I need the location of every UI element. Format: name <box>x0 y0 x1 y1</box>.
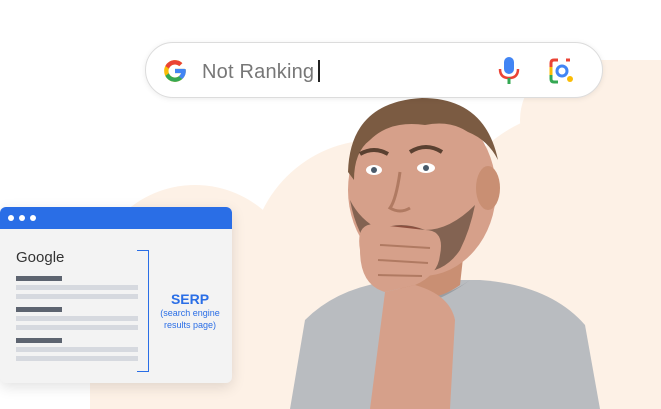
microphone-icon[interactable] <box>498 56 520 86</box>
serp-subtitle-line: (search engine <box>160 308 220 318</box>
window-dot <box>19 215 25 221</box>
result-title-line <box>16 307 62 312</box>
browser-window: Google SERP (search engine results page) <box>0 207 232 383</box>
serp-title: SERP <box>170 291 210 307</box>
search-query[interactable]: Not Ranking <box>202 60 321 84</box>
text-caret <box>318 60 321 82</box>
result-text-line <box>16 356 138 361</box>
window-dot <box>8 215 14 221</box>
result-text-line <box>16 285 138 290</box>
result-text-line <box>16 325 138 330</box>
google-logo-icon <box>164 60 186 82</box>
result-text-line <box>16 347 138 352</box>
serp-label: SERP (search engine results page) <box>152 291 228 331</box>
serp-bracket <box>137 250 149 372</box>
browser-page-title: Google <box>16 249 65 266</box>
search-bar[interactable]: Not Ranking <box>145 42 603 98</box>
result-text-line <box>16 316 138 321</box>
lens-camera-icon[interactable] <box>548 57 576 85</box>
result-title-line <box>16 338 62 343</box>
result-text-line <box>16 294 138 299</box>
confused-man-illustration <box>290 98 600 409</box>
serp-subtitle-line: results page) <box>163 320 217 330</box>
result-title-line <box>16 276 62 281</box>
window-dot <box>30 215 36 221</box>
search-query-text: Not Ranking <box>202 61 315 83</box>
browser-title-bar <box>0 207 232 229</box>
